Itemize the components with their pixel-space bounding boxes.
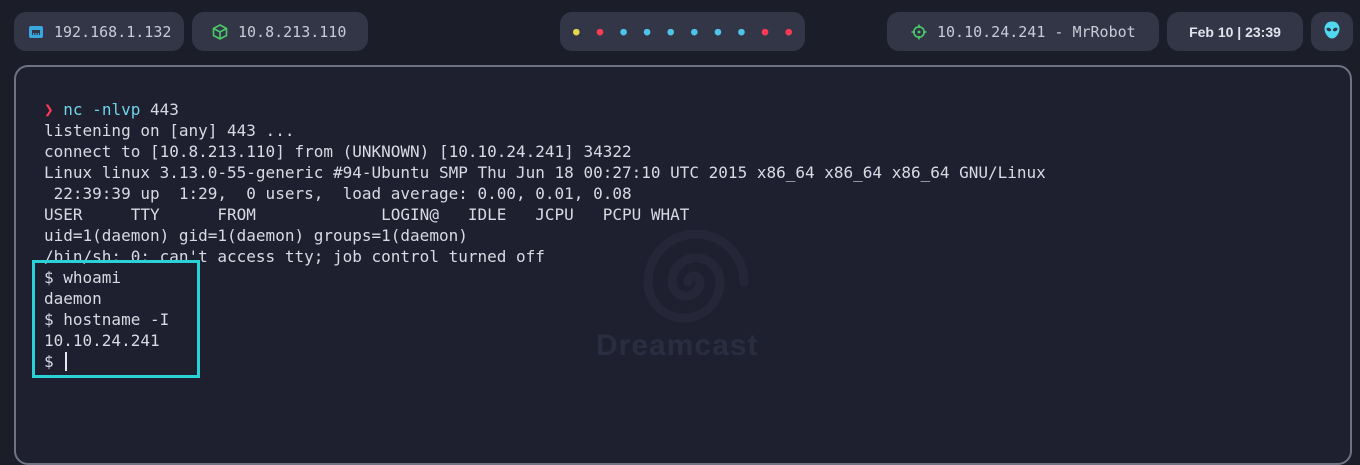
workspace-dot[interactable]: ●	[738, 26, 745, 37]
workspace-dot[interactable]: ●	[785, 26, 792, 37]
output-line: USER TTY FROM LOGIN@ IDLE JCPU PCPU WHAT	[44, 205, 690, 224]
command-arg: 443	[140, 100, 179, 119]
menu-button[interactable]	[1311, 12, 1353, 51]
target-text: 10.10.24.241 - MrRobot	[937, 22, 1136, 41]
local-ip-widget: 192.168.1.132	[14, 12, 184, 51]
workspace-switcher: ● ● ● ● ● ● ● ● ● ●	[560, 12, 805, 51]
workspace-dot[interactable]: ●	[597, 26, 604, 37]
command-text: nc -nlvp	[63, 100, 141, 119]
output-line: uid=1(daemon) gid=1(daemon) groups=1(dae…	[44, 226, 468, 245]
workspace-dot[interactable]: ●	[644, 26, 651, 37]
clock-widget: Feb 10 | 23:39	[1167, 12, 1303, 51]
output-line: listening on [any] 443 ...	[44, 121, 295, 140]
ethernet-icon	[28, 24, 44, 40]
output-line: connect to [10.8.213.110] from (UNKNOWN)…	[44, 142, 632, 161]
output-line: Linux linux 3.13.0-55-generic #94-Ubuntu…	[44, 163, 1046, 182]
command-line: ❯ nc -nlvp 443	[44, 99, 1046, 120]
crosshair-icon	[911, 24, 927, 40]
workspace-dot[interactable]: ●	[691, 26, 698, 37]
date-text: Feb 10 | 23:39	[1189, 23, 1281, 40]
highlight-box	[32, 260, 200, 378]
vpn-ip-widget: 10.8.213.110	[192, 12, 368, 51]
workspace-dot[interactable]: ●	[762, 26, 769, 37]
target-widget: 10.10.24.241 - MrRobot	[887, 12, 1159, 51]
cube-icon	[212, 23, 228, 40]
local-ip-text: 192.168.1.132	[54, 22, 172, 41]
vpn-ip-text: 10.8.213.110	[238, 22, 347, 41]
workspace-dot[interactable]: ●	[667, 26, 674, 37]
workspace-dot[interactable]: ●	[620, 26, 627, 37]
workspace-dot[interactable]: ●	[715, 26, 722, 37]
output-line: 22:39:39 up 1:29, 0 users, load average:…	[44, 184, 632, 203]
workspace-dot[interactable]: ●	[573, 26, 580, 37]
terminal-window[interactable]: Dreamcast ❯ nc -nlvp 443 listening on [a…	[14, 65, 1352, 465]
alien-icon	[1322, 20, 1342, 44]
prompt-symbol: ❯	[44, 100, 54, 119]
